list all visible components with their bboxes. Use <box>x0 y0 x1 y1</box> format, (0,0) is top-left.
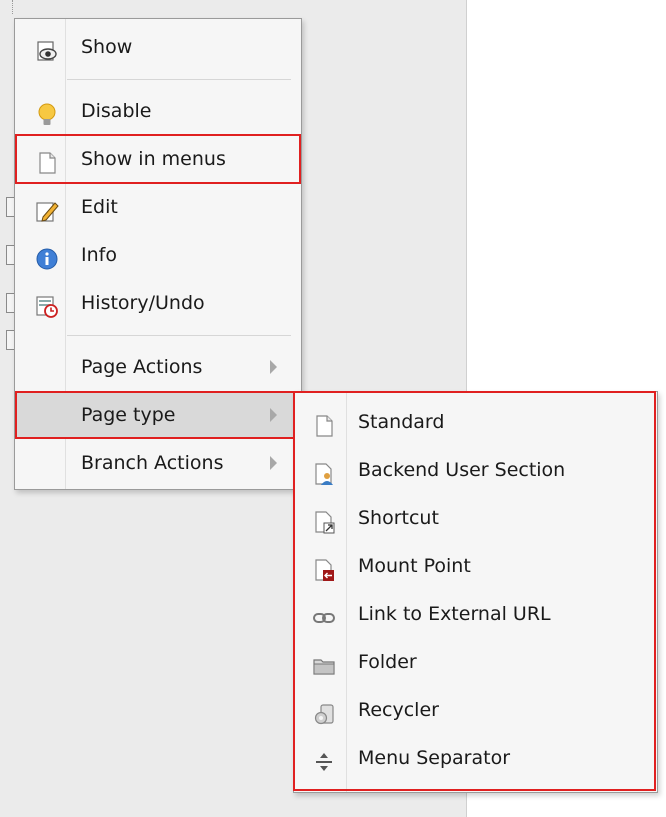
menu-item-label: Page Actions <box>81 356 203 378</box>
highlight-box-page-type <box>15 391 295 439</box>
menu-item-label: Info <box>81 244 117 266</box>
highlight-box-show-in-menus <box>15 134 301 184</box>
highlight-box-page-type-submenu <box>293 391 656 791</box>
info-icon <box>35 243 59 270</box>
menu-item-disable[interactable]: Disable <box>17 89 299 133</box>
eye-icon <box>35 35 59 61</box>
menu-item-page-actions[interactable]: Page Actions <box>17 345 299 389</box>
menu-item-branch-actions[interactable]: Branch Actions <box>17 441 299 485</box>
menu-item-label: Edit <box>81 196 118 218</box>
submenu-arrow-icon <box>270 456 277 470</box>
menu-item-label: Show <box>81 36 133 58</box>
menu-item-label: Disable <box>81 100 152 122</box>
submenu-arrow-icon <box>270 360 277 374</box>
tree-connector <box>12 0 83 14</box>
menu-divider <box>67 335 291 336</box>
menu-item-history-undo[interactable]: History/Undo <box>17 281 299 325</box>
menu-item-label: History/Undo <box>81 292 205 314</box>
menu-item-label: Branch Actions <box>81 452 224 474</box>
menu-item-show[interactable]: Show <box>17 25 299 69</box>
lightbulb-icon <box>35 99 59 125</box>
pencil-icon <box>35 195 59 222</box>
menu-item-edit[interactable]: Edit <box>17 185 299 229</box>
menu-item-info[interactable]: Info <box>17 233 299 277</box>
menu-divider <box>67 79 291 80</box>
history-icon <box>35 291 59 318</box>
